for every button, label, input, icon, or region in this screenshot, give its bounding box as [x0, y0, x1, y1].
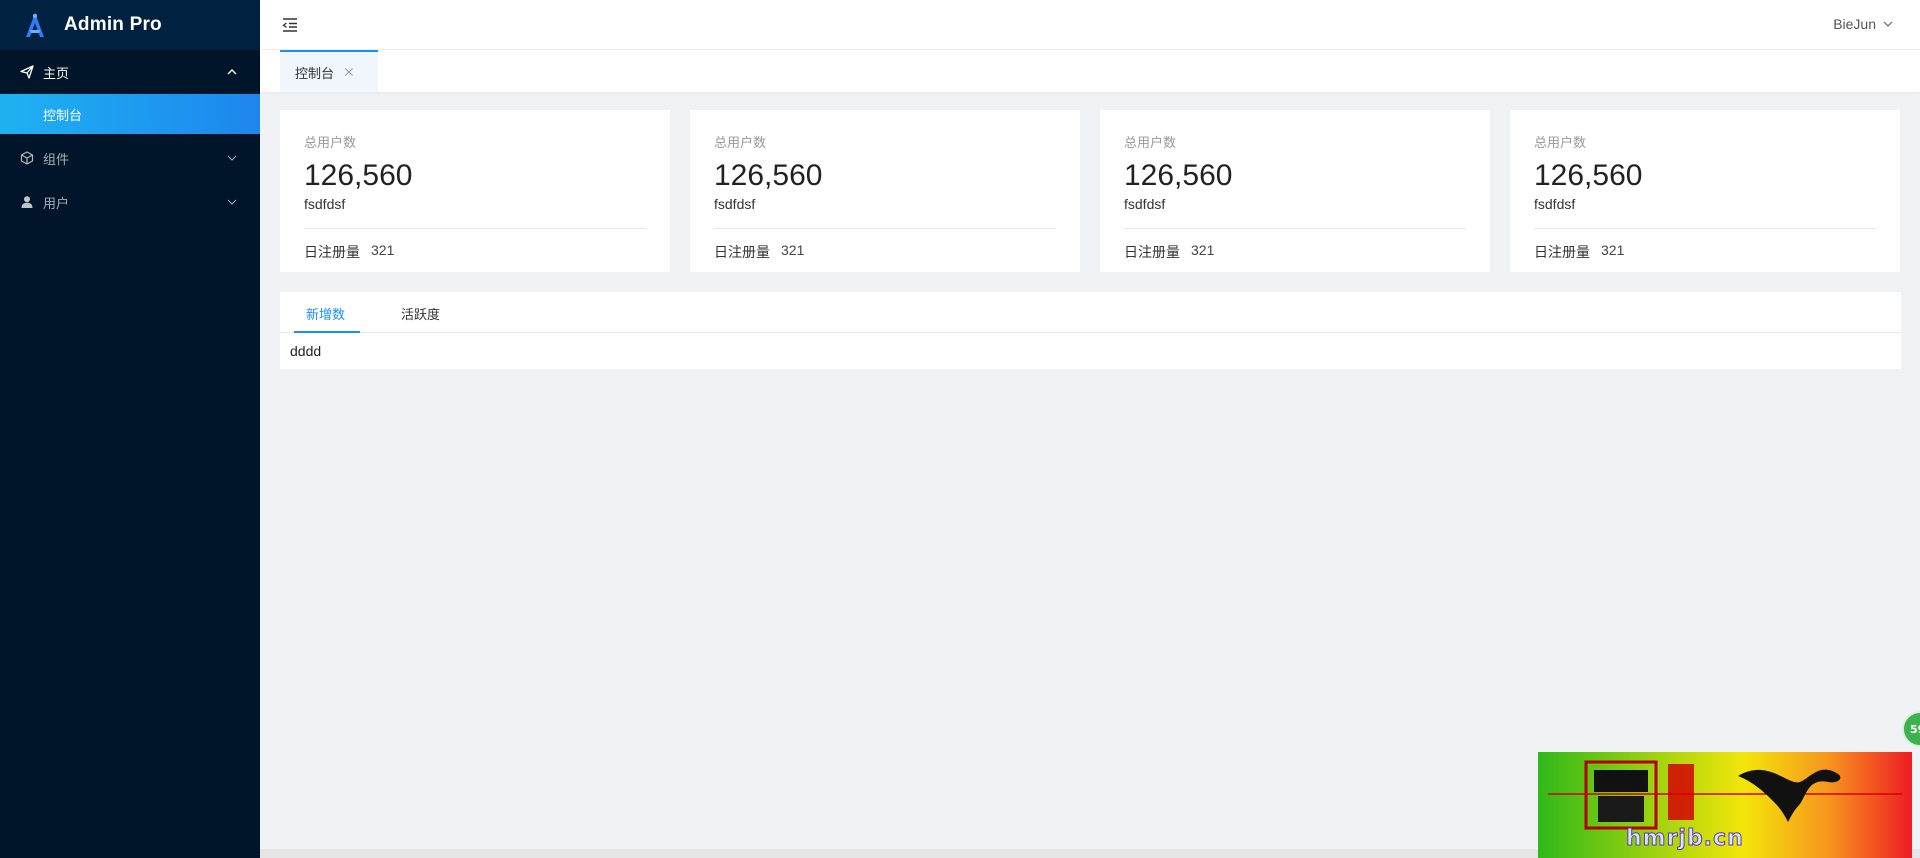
card-divider	[714, 228, 1056, 229]
card-footer-label: 日注册量	[1124, 245, 1180, 261]
tab-new-count[interactable]: 新增数	[306, 304, 345, 323]
card-footer: 日注册量 321	[714, 242, 1056, 262]
chevron-down-icon	[227, 199, 237, 205]
card-title: 总用户数	[1534, 136, 1587, 151]
chevron-down-icon	[1883, 21, 1893, 27]
cube-icon	[20, 151, 34, 165]
badge-text: 59	[1910, 722, 1920, 736]
sidebar-item-label: 主页	[43, 66, 70, 82]
sidebar: Admin Pro 主页 控制台 组件 用户	[0, 0, 260, 858]
logo-icon	[26, 13, 44, 37]
panel-tab-list: 新增数 活跃度	[280, 292, 1901, 333]
page-tab-bar: 控制台	[260, 50, 1920, 92]
card-value: 126,560	[1534, 159, 1643, 192]
sidebar-subitem-label: 控制台	[43, 108, 83, 124]
card-divider	[1124, 228, 1466, 229]
top-header: BieJun	[260, 0, 1920, 50]
card-footer-label: 日注册量	[714, 245, 770, 261]
card-footer-value: 321	[1191, 242, 1215, 258]
watermark-banner: hmrjb.cn	[1538, 752, 1912, 858]
logo[interactable]: Admin Pro	[0, 0, 260, 50]
card-footer-label: 日注册量	[1534, 245, 1590, 261]
sidebar-item-home[interactable]: 主页	[0, 50, 260, 94]
card-title: 总用户数	[1124, 136, 1177, 151]
watermark-text: hmrjb.cn	[1626, 826, 1744, 852]
tab-activity[interactable]: 活跃度	[401, 304, 440, 323]
stat-card: 总用户数 126,560 fsdfdsf 日注册量 321	[280, 110, 670, 272]
card-description: fsdfdsf	[304, 196, 346, 212]
card-footer-value: 321	[1601, 242, 1625, 258]
card-title: 总用户数	[714, 136, 767, 151]
stat-card: 总用户数 126,560 fsdfdsf 日注册量 321	[1100, 110, 1490, 272]
close-icon[interactable]	[344, 67, 354, 77]
stat-card: 总用户数 126,560 fsdfdsf 日注册量 321	[1510, 110, 1900, 272]
floating-badge[interactable]: 59	[1902, 711, 1920, 747]
sidebar-item-label: 组件	[43, 152, 70, 168]
tab-content: dddd	[290, 343, 322, 359]
active-tab-indicator	[294, 331, 360, 333]
sidebar-item-components[interactable]: 组件	[0, 136, 260, 180]
card-footer: 日注册量 321	[1124, 242, 1466, 262]
card-divider	[1534, 228, 1876, 229]
card-divider	[304, 228, 646, 229]
card-value: 126,560	[1124, 159, 1233, 192]
user-menu[interactable]: BieJun	[1833, 16, 1894, 32]
chevron-up-icon	[227, 69, 237, 75]
card-description: fsdfdsf	[714, 196, 756, 212]
card-footer-value: 321	[781, 242, 805, 258]
card-footer: 日注册量 321	[304, 242, 646, 262]
user-icon	[20, 195, 34, 209]
tab-console[interactable]: 控制台	[280, 50, 378, 92]
app-title: Admin Pro	[64, 14, 162, 35]
sidebar-item-console[interactable]: 控制台	[0, 94, 260, 134]
menu-fold-icon[interactable]	[281, 16, 299, 34]
card-description: fsdfdsf	[1534, 196, 1576, 212]
card-footer-value: 321	[371, 242, 395, 258]
menu-group-home: 主页 控制台	[0, 50, 260, 134]
user-name: BieJun	[1833, 16, 1876, 32]
card-footer-label: 日注册量	[304, 245, 360, 261]
card-description: fsdfdsf	[1124, 196, 1166, 212]
stat-card: 总用户数 126,560 fsdfdsf 日注册量 321	[690, 110, 1080, 272]
send-icon	[20, 65, 34, 79]
card-title: 总用户数	[304, 136, 357, 151]
tabs-panel: 新增数 活跃度 dddd	[280, 292, 1901, 369]
sidebar-item-label: 用户	[43, 196, 70, 212]
chevron-down-icon	[227, 155, 237, 161]
card-value: 126,560	[304, 159, 413, 192]
card-value: 126,560	[714, 159, 823, 192]
card-footer: 日注册量 321	[1534, 242, 1876, 262]
tab-label: 控制台	[295, 66, 335, 82]
sidebar-item-users[interactable]: 用户	[0, 180, 260, 224]
